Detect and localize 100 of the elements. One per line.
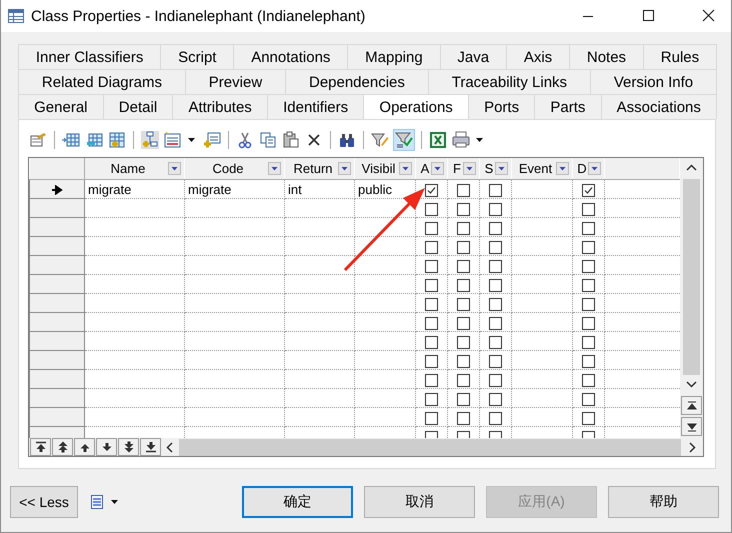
checkbox[interactable] xyxy=(489,202,502,216)
checkbox[interactable] xyxy=(489,240,502,254)
list-icon[interactable] xyxy=(164,131,182,149)
filter-toggle-button[interactable] xyxy=(393,129,415,151)
page-up-button[interactable] xyxy=(52,438,73,456)
checkbox[interactable] xyxy=(457,336,470,349)
dropdown-icon[interactable] xyxy=(168,162,181,175)
checkbox[interactable] xyxy=(425,392,438,406)
arrow-right-icon xyxy=(51,185,63,196)
checkbox[interactable] xyxy=(582,222,595,235)
add-row-icon[interactable] xyxy=(85,131,103,149)
scrollbar-thumb[interactable] xyxy=(683,179,700,375)
checkbox[interactable] xyxy=(489,336,502,349)
checkbox[interactable] xyxy=(457,202,470,216)
checkbox[interactable] xyxy=(582,298,595,311)
checkbox[interactable] xyxy=(425,354,438,368)
add-object-icon[interactable] xyxy=(203,131,221,149)
checkbox[interactable] xyxy=(457,222,470,235)
dialog-button[interactable]: 取消 xyxy=(364,486,475,518)
checkbox[interactable] xyxy=(457,298,470,311)
tab[interactable]: Operations xyxy=(363,94,469,119)
checkbox[interactable] xyxy=(457,278,470,292)
checkbox[interactable] xyxy=(425,336,438,349)
properties-icon[interactable] xyxy=(29,131,47,149)
dropdown-icon[interactable] xyxy=(556,162,569,175)
checkbox[interactable] xyxy=(489,412,502,425)
checkbox[interactable] xyxy=(582,202,595,216)
checkbox[interactable] xyxy=(425,202,438,216)
checkbox[interactable] xyxy=(457,392,470,406)
scissors-icon[interactable] xyxy=(236,131,254,149)
row-header[interactable] xyxy=(30,180,84,198)
checkbox[interactable] xyxy=(425,278,438,292)
dropdown-icon[interactable] xyxy=(431,162,444,175)
page-down-button[interactable] xyxy=(118,438,139,456)
checkbox[interactable] xyxy=(457,184,470,197)
checkbox[interactable] xyxy=(582,354,595,368)
tab[interactable]: Rules xyxy=(642,44,717,69)
checkbox[interactable] xyxy=(489,278,502,292)
checkbox[interactable] xyxy=(489,316,502,330)
checkbox[interactable] xyxy=(582,184,595,197)
row-up-button[interactable] xyxy=(74,438,95,456)
checkbox[interactable] xyxy=(457,316,470,330)
checkbox[interactable] xyxy=(489,354,502,368)
checkbox[interactable] xyxy=(489,222,502,235)
checkbox[interactable] xyxy=(457,240,470,254)
checkbox[interactable] xyxy=(489,298,502,311)
checkbox[interactable] xyxy=(425,240,438,254)
checkbox[interactable] xyxy=(582,260,595,273)
dropdown-icon[interactable] xyxy=(495,162,508,175)
printer-icon[interactable] xyxy=(452,131,470,149)
dialog-button[interactable]: 帮助 xyxy=(608,486,719,518)
checkbox[interactable] xyxy=(489,392,502,406)
document-icon[interactable] xyxy=(89,494,105,510)
checkbox[interactable] xyxy=(582,336,595,349)
dialog-button[interactable]: 确定 xyxy=(242,486,353,518)
checkbox[interactable] xyxy=(425,374,438,387)
checkbox[interactable] xyxy=(582,412,595,425)
dropdown-icon[interactable] xyxy=(268,162,281,175)
scroll-bottom-button[interactable] xyxy=(681,417,702,436)
paste-icon[interactable] xyxy=(282,131,300,149)
checkbox[interactable] xyxy=(489,184,502,197)
checkbox[interactable] xyxy=(425,222,438,235)
filter-icon[interactable] xyxy=(371,131,389,149)
checkbox[interactable] xyxy=(425,316,438,330)
checkbox[interactable] xyxy=(425,298,438,311)
binoculars-icon[interactable] xyxy=(338,131,356,149)
dropdown-icon[interactable] xyxy=(463,162,476,175)
checkbox[interactable] xyxy=(582,316,595,330)
scrollbar-thumb[interactable] xyxy=(179,438,681,456)
tab[interactable]: Version Info xyxy=(590,69,718,94)
add-rows-icon[interactable] xyxy=(108,131,126,149)
scroll-top-button[interactable] xyxy=(681,396,702,415)
dropdown-icon[interactable] xyxy=(399,162,412,175)
checkbox[interactable] xyxy=(457,412,470,425)
dropdown-icon[interactable] xyxy=(338,162,351,175)
tab[interactable]: Related Diagrams xyxy=(18,69,186,94)
dropdown-icon[interactable] xyxy=(588,162,601,175)
first-row-button[interactable] xyxy=(30,438,51,456)
checkbox[interactable] xyxy=(582,374,595,387)
tab[interactable]: Inner Classifiers xyxy=(18,44,162,69)
insert-row-icon[interactable] xyxy=(62,131,80,149)
tab[interactable]: Associations xyxy=(600,94,718,119)
row-down-button[interactable] xyxy=(96,438,117,456)
less-button[interactable]: << Less xyxy=(10,486,78,518)
checkbox[interactable] xyxy=(457,260,470,273)
tab[interactable]: General xyxy=(18,94,104,119)
checkbox[interactable] xyxy=(457,374,470,387)
hierarchy-icon[interactable] xyxy=(141,131,159,149)
checkbox[interactable] xyxy=(582,278,595,292)
checkbox[interactable] xyxy=(425,412,438,425)
last-row-button[interactable] xyxy=(140,438,161,456)
checkbox[interactable] xyxy=(425,184,438,197)
checkbox[interactable] xyxy=(582,392,595,406)
copy-icon[interactable] xyxy=(259,131,277,149)
checkbox[interactable] xyxy=(582,240,595,254)
checkbox[interactable] xyxy=(425,260,438,273)
checkbox[interactable] xyxy=(457,354,470,368)
checkbox[interactable] xyxy=(489,374,502,387)
checkbox[interactable] xyxy=(489,260,502,273)
spreadsheet-icon[interactable] xyxy=(429,131,447,149)
